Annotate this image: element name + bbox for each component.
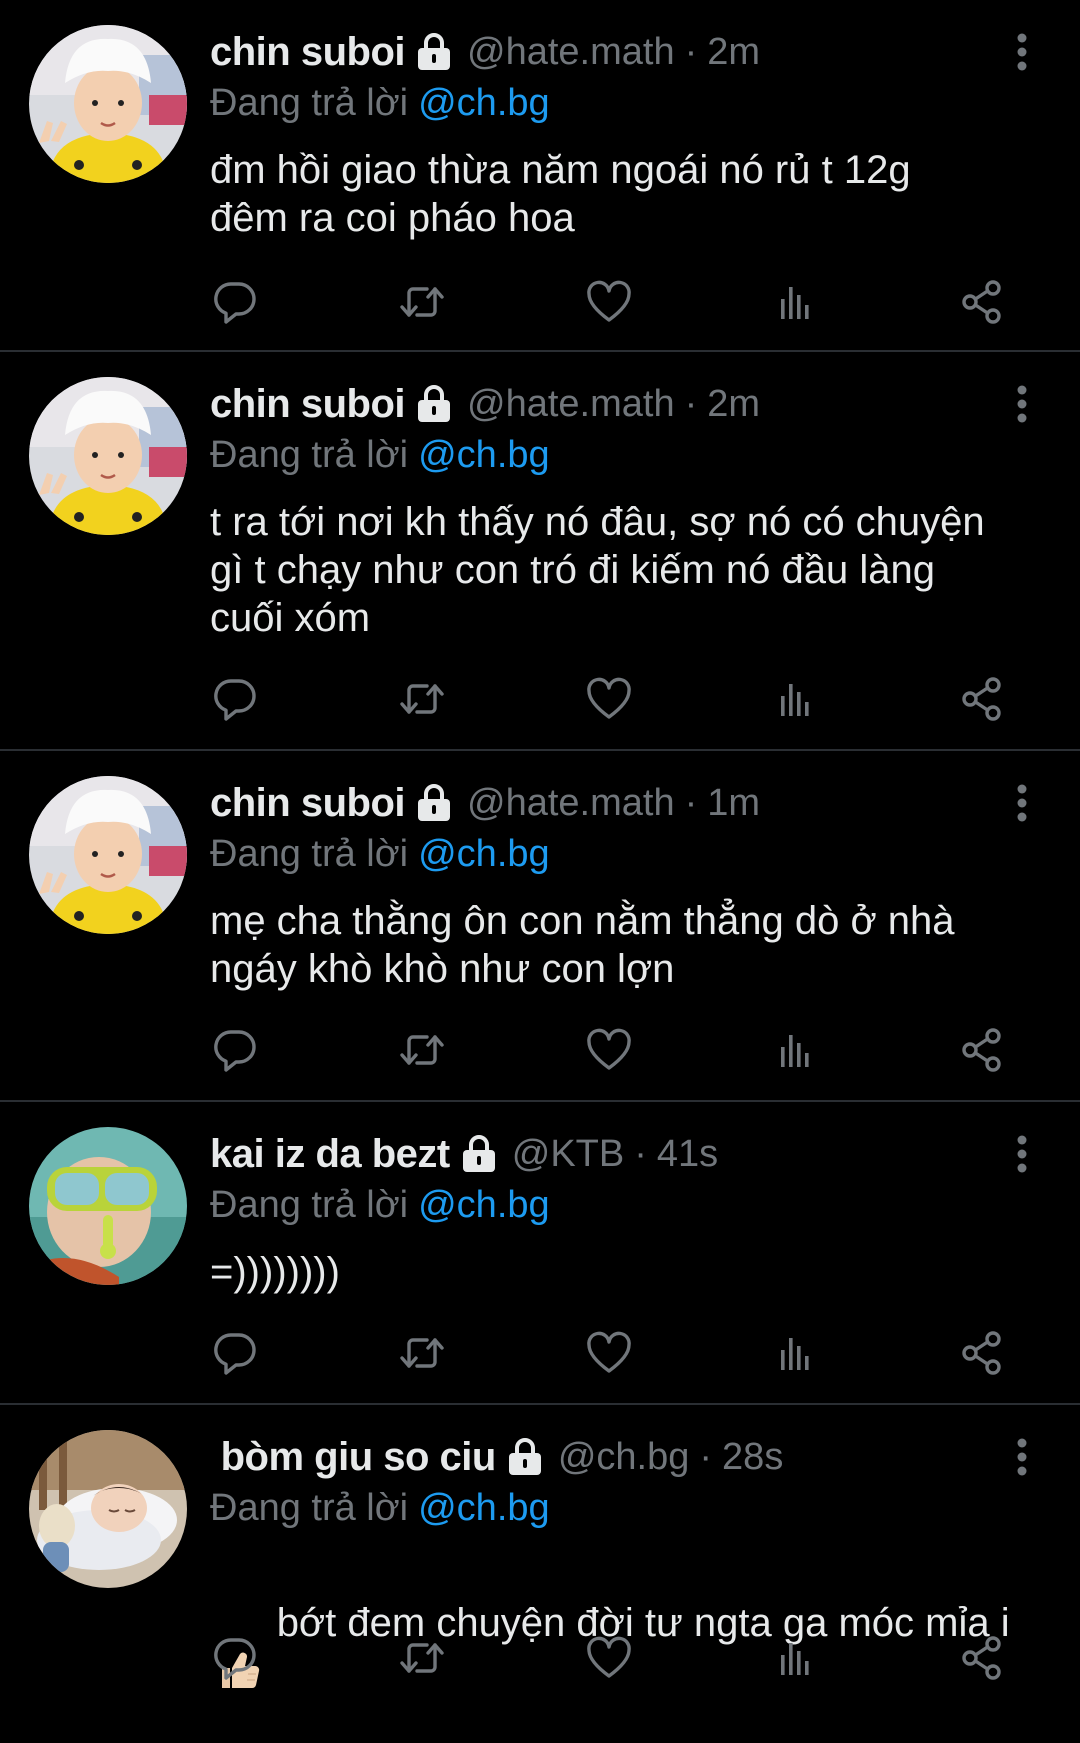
views-icon[interactable] [771, 674, 821, 724]
views-icon[interactable] [771, 1633, 821, 1683]
reply-mention-link[interactable]: @ch.bg [418, 434, 550, 476]
tweet[interactable]: kai iz da bezt @KTB · 41s Đang trả lời @c… [0, 1102, 1080, 1405]
reply-context: Đang trả lời @ch.bg [210, 1184, 550, 1227]
tweet-text: t ra tới nơi kh thấy nó đâu, sợ nó có ch… [210, 500, 985, 640]
views-icon[interactable] [771, 277, 821, 327]
retweet-icon[interactable] [397, 1328, 447, 1378]
reply-mention-link[interactable]: @ch.bg [418, 1487, 550, 1529]
views-icon[interactable] [771, 1025, 821, 1075]
retweet-icon[interactable] [397, 1633, 447, 1683]
share-icon[interactable] [958, 277, 1008, 327]
reply-icon[interactable] [210, 277, 260, 327]
timestamp[interactable]: 1m [707, 782, 760, 825]
user-handle[interactable]: @ch.bg [558, 1436, 690, 1479]
share-icon[interactable] [958, 1328, 1008, 1378]
share-icon[interactable] [958, 1633, 1008, 1683]
reply-prefix: Đang trả lời [210, 1184, 409, 1226]
timestamp[interactable]: 41s [657, 1133, 718, 1176]
separator-dot: · [699, 1435, 713, 1478]
separator-dot: · [684, 30, 698, 73]
action-bar [210, 1328, 1010, 1378]
avatar[interactable] [29, 1127, 187, 1285]
reply-context: Đang trả lời @ch.bg [210, 1487, 550, 1530]
reply-prefix: Đang trả lời [210, 434, 409, 476]
lock-icon [415, 384, 453, 424]
tweet[interactable]: chin suboi @hate.math · 2m Đang trả lời @… [0, 0, 1080, 352]
tweet[interactable]: chin suboi @hate.math · 2m Đang trả lời @… [0, 352, 1080, 751]
display-name[interactable]: chin suboi [210, 781, 406, 826]
heart-icon[interactable] [584, 1025, 634, 1075]
reply-icon[interactable] [210, 1025, 260, 1075]
tweet-text: đm hồi giao thừa năm ngoái nó rủ t 12g đ… [210, 148, 911, 240]
retweet-icon[interactable] [397, 277, 447, 327]
reply-context: Đang trả lời @ch.bg [210, 82, 550, 125]
reply-icon[interactable] [210, 674, 260, 724]
more-vertical-icon[interactable] [1016, 384, 1028, 424]
action-bar [210, 1025, 1010, 1075]
tweet-header: chin suboi @hate.math · 2m [210, 24, 980, 80]
tweet-header: chin suboi @hate.math · 1m [210, 775, 980, 831]
avatar[interactable] [29, 1430, 187, 1588]
display-name[interactable]: chin suboi [210, 382, 406, 427]
tweet[interactable]: bòm giu so ciu @ch.bg · 28s Đang trả lời… [0, 1405, 1080, 1708]
lock-icon [415, 32, 453, 72]
separator-dot: · [684, 781, 698, 824]
timestamp[interactable]: 28s [722, 1436, 783, 1479]
tweet-text: mẹ cha thằng ôn con nằm thẳng dò ở nhà n… [210, 899, 955, 991]
timestamp[interactable]: 2m [707, 31, 760, 74]
reply-prefix: Đang trả lời [210, 1487, 409, 1529]
separator-dot: · [684, 382, 698, 425]
reply-mention-link[interactable]: @ch.bg [418, 833, 550, 875]
more-vertical-icon[interactable] [1016, 1134, 1028, 1174]
share-icon[interactable] [958, 674, 1008, 724]
reply-icon[interactable] [210, 1328, 260, 1378]
user-handle[interactable]: @hate.math [467, 383, 675, 426]
share-icon[interactable] [958, 1025, 1008, 1075]
timestamp[interactable]: 2m [707, 383, 760, 426]
reply-mention-link[interactable]: @ch.bg [418, 82, 550, 124]
views-icon[interactable] [771, 1328, 821, 1378]
reply-prefix: Đang trả lời [210, 833, 409, 875]
tweet-header: bòm giu so ciu @ch.bg · 28s [210, 1429, 980, 1485]
reply-icon[interactable] [210, 1633, 260, 1683]
lock-icon [460, 1134, 498, 1174]
reply-context: Đang trả lời @ch.bg [210, 434, 550, 477]
heart-icon[interactable] [584, 1633, 634, 1683]
more-vertical-icon[interactable] [1016, 1437, 1028, 1477]
tweet-text: =)))))))) [210, 1250, 340, 1294]
lock-icon [415, 783, 453, 823]
action-bar [210, 674, 1010, 724]
action-bar [210, 277, 1010, 327]
avatar[interactable] [29, 377, 187, 535]
user-handle[interactable]: @KTB [512, 1133, 624, 1176]
tweet-header: kai iz da bezt @KTB · 41s [210, 1126, 980, 1182]
heart-icon[interactable] [584, 1328, 634, 1378]
retweet-icon[interactable] [397, 674, 447, 724]
user-handle[interactable]: @hate.math [467, 31, 675, 74]
heart-icon[interactable] [584, 277, 634, 327]
more-vertical-icon[interactable] [1016, 783, 1028, 823]
separator-dot: · [634, 1132, 647, 1175]
lock-icon [506, 1437, 544, 1477]
tweet[interactable]: chin suboi @hate.math · 1m Đang trả lời @… [0, 751, 1080, 1102]
action-bar [210, 1633, 1010, 1683]
reply-prefix: Đang trả lời [210, 82, 409, 124]
retweet-icon[interactable] [397, 1025, 447, 1075]
display-name[interactable]: bòm giu so ciu [210, 1435, 497, 1480]
avatar[interactable] [29, 776, 187, 934]
reply-context: Đang trả lời @ch.bg [210, 833, 550, 876]
reply-mention-link[interactable]: @ch.bg [418, 1184, 550, 1226]
avatar[interactable] [29, 25, 187, 183]
display-name[interactable]: kai iz da bezt [210, 1132, 450, 1177]
heart-icon[interactable] [584, 674, 634, 724]
user-handle[interactable]: @hate.math [467, 782, 675, 825]
display-name[interactable]: chin suboi [210, 30, 406, 75]
timeline: chin suboi @hate.math · 2m Đang trả lời @… [0, 0, 1080, 1708]
more-vertical-icon[interactable] [1016, 32, 1028, 72]
tweet-header: chin suboi @hate.math · 2m [210, 376, 980, 432]
